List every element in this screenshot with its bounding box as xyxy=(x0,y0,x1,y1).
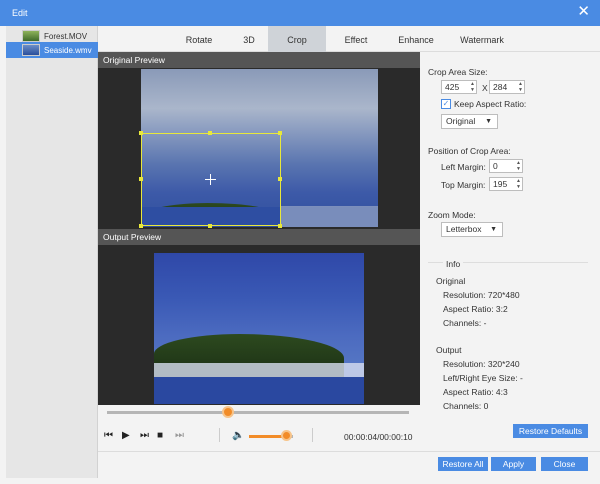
crop-height-value: 284 xyxy=(493,82,508,92)
crop-width-input[interactable]: 425 ▲ ▼ xyxy=(441,80,477,94)
crop-handle-left[interactable] xyxy=(139,177,143,181)
output-aspect-ratio: Aspect Ratio: 4:3 xyxy=(443,387,508,397)
edit-window: Edit ✕ Forest.MOV Seaside.wmv Rotate 3D … xyxy=(0,0,600,484)
move-crosshair-icon xyxy=(210,174,211,185)
tab-crop[interactable]: Crop xyxy=(268,26,326,52)
close-button[interactable]: Close xyxy=(541,457,588,471)
tab-rotate[interactable]: Rotate xyxy=(176,26,222,52)
aspect-ratio-select[interactable]: Original ▼ xyxy=(441,114,498,129)
left-margin-input[interactable]: 0 ▲ ▼ xyxy=(489,159,523,173)
fast-forward-icon[interactable]: ⏭ xyxy=(140,430,149,442)
beach-shape xyxy=(154,363,364,377)
keep-aspect-checkbox[interactable]: ✓ xyxy=(441,99,451,109)
zoom-mode-label: Zoom Mode: xyxy=(428,210,476,220)
tab-3d[interactable]: 3D xyxy=(231,26,267,52)
seek-bar[interactable] xyxy=(107,411,409,414)
play-icon[interactable]: ▶ xyxy=(122,430,130,442)
chevron-down-icon: ▼ xyxy=(485,118,492,125)
spinner-arrows-icon[interactable]: ▲ ▼ xyxy=(516,160,521,172)
crop-handle-bottom-left[interactable] xyxy=(139,224,143,228)
original-resolution: Resolution: 720*480 xyxy=(443,290,520,300)
restore-defaults-button[interactable]: Restore Defaults xyxy=(513,424,588,438)
output-channels: Channels: 0 xyxy=(443,401,489,411)
zoom-mode-value: Letterbox xyxy=(446,224,482,234)
tab-watermark[interactable]: Watermark xyxy=(450,26,514,52)
original-preview-header: Original Preview xyxy=(98,52,420,68)
output-eye-size: Left/Right Eye Size: - xyxy=(443,373,523,383)
output-preview-header: Output Preview xyxy=(98,229,420,245)
top-margin-input[interactable]: 195 ▲ ▼ xyxy=(489,177,523,191)
skip-back-icon[interactable]: ⏮ xyxy=(104,430,113,442)
top-margin-label: Top Margin: xyxy=(441,180,486,190)
crop-area-size-label: Crop Area Size: xyxy=(428,67,488,77)
crop-handle-top-right[interactable] xyxy=(278,131,282,135)
info-heading: Info xyxy=(443,259,464,269)
chevron-down-icon: ▼ xyxy=(490,226,497,233)
video-thumbnail-icon xyxy=(22,30,40,42)
size-separator: X xyxy=(482,83,488,93)
stop-icon[interactable]: ■ xyxy=(157,430,163,442)
edit-tabs: Rotate 3D Crop Effect Enhance Watermark xyxy=(98,26,600,52)
output-video-frame xyxy=(154,253,364,404)
file-name: Forest.MOV xyxy=(44,31,88,41)
spinner-arrows-icon[interactable]: ▲ ▼ xyxy=(470,81,475,93)
original-aspect-ratio: Aspect Ratio: 3:2 xyxy=(443,304,508,314)
original-info-heading: Original xyxy=(436,276,466,286)
crop-handle-bottom-right[interactable] xyxy=(278,224,282,228)
keep-aspect-label: Keep Aspect Ratio: xyxy=(454,99,527,109)
sea-shape xyxy=(154,377,364,404)
crop-handle-top[interactable] xyxy=(208,131,212,135)
window-title: Edit xyxy=(12,8,28,18)
zoom-mode-select[interactable]: Letterbox ▼ xyxy=(441,222,503,237)
crop-handle-top-left[interactable] xyxy=(139,131,143,135)
tab-effect[interactable]: Effect xyxy=(330,26,382,52)
next-frame-icon[interactable]: ⏭ xyxy=(175,430,184,442)
file-list: Forest.MOV Seaside.wmv xyxy=(6,26,98,478)
restore-all-button[interactable]: Restore All xyxy=(438,457,488,471)
crop-handle-right[interactable] xyxy=(278,177,282,181)
output-resolution: Resolution: 320*240 xyxy=(443,359,520,369)
left-margin-label: Left Margin: xyxy=(441,162,486,172)
file-name: Seaside.wmv xyxy=(44,45,92,55)
crop-width-value: 425 xyxy=(445,82,460,92)
crop-height-input[interactable]: 284 ▲ ▼ xyxy=(489,80,525,94)
apply-button[interactable]: Apply xyxy=(491,457,536,471)
video-thumbnail-icon xyxy=(22,44,40,56)
dimmed-area xyxy=(281,206,378,227)
close-icon[interactable]: ✕ xyxy=(577,4,590,20)
position-label: Position of Crop Area: xyxy=(428,146,511,156)
spinner-arrows-icon[interactable]: ▲ ▼ xyxy=(518,81,523,93)
divider xyxy=(312,428,313,442)
tab-enhance[interactable]: Enhance xyxy=(388,26,444,52)
aspect-ratio-value: Original xyxy=(446,116,476,126)
volume-icon[interactable]: 🔈 xyxy=(232,430,244,442)
seek-handle[interactable] xyxy=(221,406,234,418)
left-margin-value: 0 xyxy=(493,161,498,171)
timecode: 00:00:04/00:00:10 xyxy=(344,432,413,442)
original-channels: Channels: - xyxy=(443,318,487,328)
top-margin-value: 195 xyxy=(493,179,508,189)
crop-handle-bottom[interactable] xyxy=(208,224,212,228)
spinner-arrows-icon[interactable]: ▲ ▼ xyxy=(516,178,521,190)
file-item-seaside[interactable]: Seaside.wmv xyxy=(6,42,98,58)
output-info-heading: Output xyxy=(436,345,462,355)
title-bar: Edit ✕ xyxy=(0,0,600,26)
divider xyxy=(219,428,220,442)
